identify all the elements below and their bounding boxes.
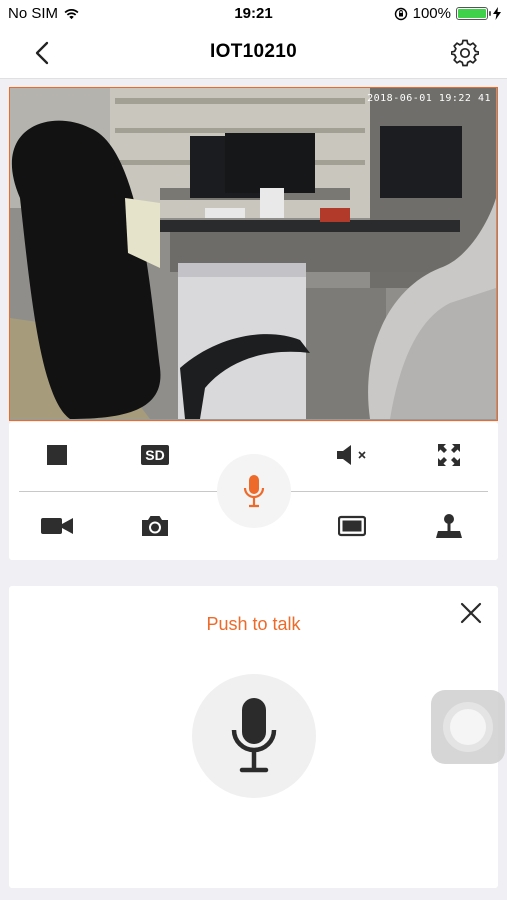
screen-button[interactable] [334,510,370,542]
assistive-touch-ring [443,702,493,752]
page-title: IOT10210 [210,41,297,62]
battery-icon [456,7,491,20]
quality-button[interactable]: SD [137,439,173,471]
battery-percent: 100% [412,5,451,22]
close-icon[interactable] [458,600,484,626]
record-button[interactable] [39,510,75,542]
ptz-button[interactable] [431,510,467,542]
status-right: 100% [394,5,501,22]
push-to-talk-label: Push to talk [206,614,301,634]
screen-icon [338,515,366,537]
snapshot-button[interactable] [137,510,173,542]
talk-button[interactable] [217,454,291,528]
joystick-icon [436,514,462,538]
assistive-touch-dot [450,709,486,745]
video-camera-icon [41,518,73,534]
stop-button[interactable] [39,439,75,471]
video-feed[interactable]: 2018-06-01 19:22 41 [9,87,498,421]
microphone-icon [243,475,265,508]
speaker-mute-icon [337,445,366,465]
stop-icon [47,445,67,465]
charging-icon [493,7,501,20]
push-to-talk-button[interactable] [192,674,316,798]
nav-bar: IOT10210 [0,28,507,79]
camera-icon [142,516,168,536]
sd-badge: SD [141,445,169,465]
fullscreen-icon [438,444,460,466]
control-panel: SD [9,422,498,560]
talk-panel: Push to talk [9,586,498,888]
microphone-icon [231,698,277,773]
fullscreen-button[interactable] [431,439,467,471]
orientation-lock-icon [394,7,407,20]
camera-image [10,88,496,419]
video-timestamp: 2018-06-01 19:22 41 [367,93,491,104]
gear-icon[interactable] [451,39,479,67]
status-bar: No SIM 19:21 100% [0,0,507,28]
mute-button[interactable] [334,439,370,471]
assistive-touch-button[interactable] [431,690,505,764]
